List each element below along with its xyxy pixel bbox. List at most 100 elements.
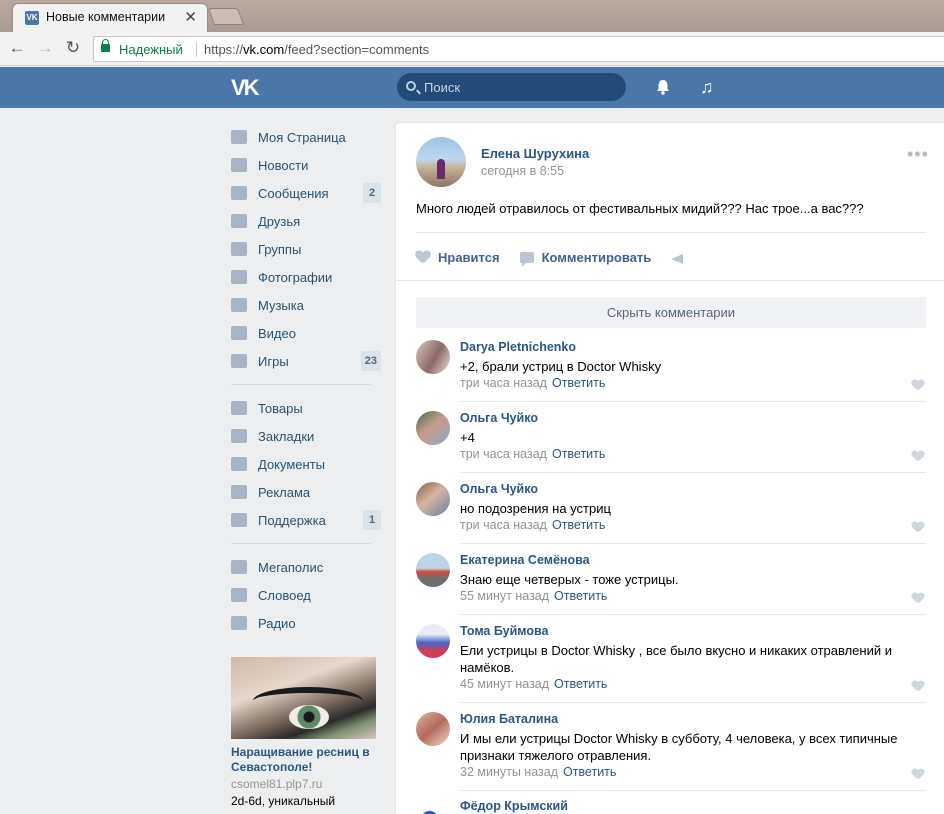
comment-timestamp[interactable]: 45 минут назад: [460, 677, 549, 691]
reply-link[interactable]: Ответить: [563, 765, 616, 779]
post-divider: [396, 280, 944, 281]
post-timestamp[interactable]: сегодня в 8:55: [481, 164, 564, 178]
comment-like-heart-icon[interactable]: [912, 451, 924, 461]
comment-author-name[interactable]: Тома Буймова: [460, 624, 548, 638]
news-icon: [231, 158, 247, 172]
ad-domain: csomel81.plp7.ru: [231, 777, 323, 791]
sidebar-item-friends[interactable]: Друзья: [231, 207, 381, 235]
comment-like-heart-icon[interactable]: [912, 593, 924, 603]
camera-icon: [231, 270, 247, 284]
share-button[interactable]: [671, 251, 685, 264]
comment-like-heart-icon[interactable]: [912, 522, 924, 532]
comment-divider: [460, 702, 926, 703]
reload-icon[interactable]: ↻: [62, 37, 84, 59]
post-author-name[interactable]: Елена Шурухина: [481, 146, 589, 161]
avatar-figure: [437, 159, 445, 179]
comment-timestamp[interactable]: три часа назад: [460, 518, 547, 532]
gamepad-icon: [231, 354, 247, 368]
back-arrow-icon[interactable]: ←: [6, 37, 28, 59]
reply-link[interactable]: Ответить: [552, 447, 605, 461]
comment-author-avatar[interactable]: [416, 482, 450, 516]
comment-like-heart-icon[interactable]: [912, 380, 924, 390]
sidebar-item-label: Закладки: [258, 428, 315, 444]
reply-link[interactable]: Ответить: [554, 589, 607, 603]
comment-author-avatar[interactable]: [416, 799, 450, 814]
comment-timestamp[interactable]: три часа назад: [460, 376, 547, 390]
sidebar-item-news[interactable]: Новости: [231, 151, 381, 179]
address-bar[interactable]: Надежный https://vk.com/feed?section=com…: [93, 36, 944, 62]
ad-title[interactable]: Наращивание ресниц в Севастополе!: [231, 745, 381, 775]
document-icon: [231, 457, 247, 471]
comment-author-avatar[interactable]: [416, 340, 450, 374]
like-label: Нравится: [438, 249, 500, 265]
reply-link[interactable]: Ответить: [554, 677, 607, 691]
music-note-icon[interactable]: ♫: [700, 77, 714, 98]
comment-author-name[interactable]: Ольга Чуйко: [460, 411, 538, 425]
post-text: Много людей отравилось от фестивальных м…: [416, 201, 864, 216]
tab-close-icon[interactable]: ✕: [184, 8, 197, 26]
comment-author-name[interactable]: Ольга Чуйко: [460, 482, 538, 496]
sidebar-item-star[interactable]: Закладки: [231, 422, 381, 450]
ad-image[interactable]: [231, 657, 376, 739]
comment-divider: [460, 543, 926, 544]
comment-button[interactable]: Комментировать: [519, 249, 652, 267]
comment-author-name[interactable]: Екатерина Семёнова: [460, 553, 590, 567]
sidebar-item-groups[interactable]: Группы: [231, 235, 381, 263]
sidebar-item-home[interactable]: Моя Страница: [231, 123, 381, 151]
sidebar-item-video[interactable]: Видео: [231, 319, 381, 347]
sidebar-item-grid[interactable]: Радио: [231, 609, 381, 637]
comment-like-heart-icon[interactable]: [912, 681, 924, 691]
comment-author-name[interactable]: Юлия Баталина: [460, 712, 558, 726]
new-tab-button[interactable]: [207, 8, 245, 25]
sidebar-item-flask[interactable]: Словоед: [231, 581, 381, 609]
sidebar-item-counter: 2: [363, 183, 381, 203]
comment-text: +2, брали устриц в Doctor Whisky: [460, 359, 662, 374]
forward-arrow-icon[interactable]: →: [34, 37, 56, 59]
browser-tab[interactable]: VK Новые комментарии ✕: [12, 3, 208, 32]
comment-author-avatar[interactable]: [416, 624, 450, 658]
sidebar-item-database[interactable]: Мегаполис: [231, 553, 381, 581]
sidebar-item-label: Товары: [258, 400, 303, 416]
sidebar-item-megaphone[interactable]: Реклама: [231, 478, 381, 506]
sidebar-item-gamepad[interactable]: Игры 23: [231, 347, 381, 375]
search-box[interactable]: [397, 73, 626, 101]
comment-divider: [460, 614, 926, 615]
like-button[interactable]: Нравится: [416, 250, 500, 265]
secure-label: Надежный: [119, 42, 183, 57]
notifications-bell-icon[interactable]: [655, 79, 671, 95]
comment-label: Комментировать: [541, 249, 652, 265]
comment-text: но подозрения на устриц: [460, 501, 611, 516]
url-scheme: https://: [204, 42, 244, 57]
comment-meta: 55 минут назад Ответить: [460, 589, 607, 603]
sidebar-item-document[interactable]: Документы: [231, 450, 381, 478]
sidebar-item-messages[interactable]: Сообщения 2: [231, 179, 381, 207]
video-icon: [231, 326, 247, 340]
bag-icon: [231, 401, 247, 415]
vk-logo[interactable]: VK: [231, 75, 260, 101]
reply-link[interactable]: Ответить: [552, 518, 605, 532]
sidebar-item-label: Фотографии: [258, 269, 333, 285]
comment-timestamp[interactable]: три часа назад: [460, 447, 547, 461]
comment-author-name[interactable]: Фёдор Крымский: [460, 799, 568, 813]
sidebar-item-lifebuoy[interactable]: Поддержка 1: [231, 506, 381, 534]
sidebar-item-label: Игры: [258, 353, 289, 369]
comment-meta: 45 минут назад Ответить: [460, 677, 607, 691]
comment-timestamp[interactable]: 55 минут назад: [460, 589, 549, 603]
comment-author-name[interactable]: Darya Pletnichenko: [460, 340, 576, 354]
post-author-avatar[interactable]: [416, 137, 466, 187]
sidebar-item-music[interactable]: Музыка: [231, 291, 381, 319]
search-input[interactable]: [424, 79, 614, 95]
comment-author-avatar[interactable]: [416, 411, 450, 445]
hide-comments-button[interactable]: Скрыть комментарии: [416, 297, 926, 328]
menu-divider: [231, 543, 371, 544]
comment-timestamp[interactable]: 32 минуты назад: [460, 765, 558, 779]
comment-divider: [460, 472, 926, 473]
comment-author-avatar[interactable]: [416, 553, 450, 587]
comment-author-avatar[interactable]: [416, 712, 450, 746]
sidebar-item-camera[interactable]: Фотографии: [231, 263, 381, 291]
reply-link[interactable]: Ответить: [552, 376, 605, 390]
comment-like-heart-icon[interactable]: [912, 769, 924, 779]
post-more-icon[interactable]: •••: [907, 145, 929, 163]
sidebar-item-bag[interactable]: Товары: [231, 394, 381, 422]
comment-text: И мы ели устрицы Doctor Whisky в субботу…: [460, 731, 898, 763]
